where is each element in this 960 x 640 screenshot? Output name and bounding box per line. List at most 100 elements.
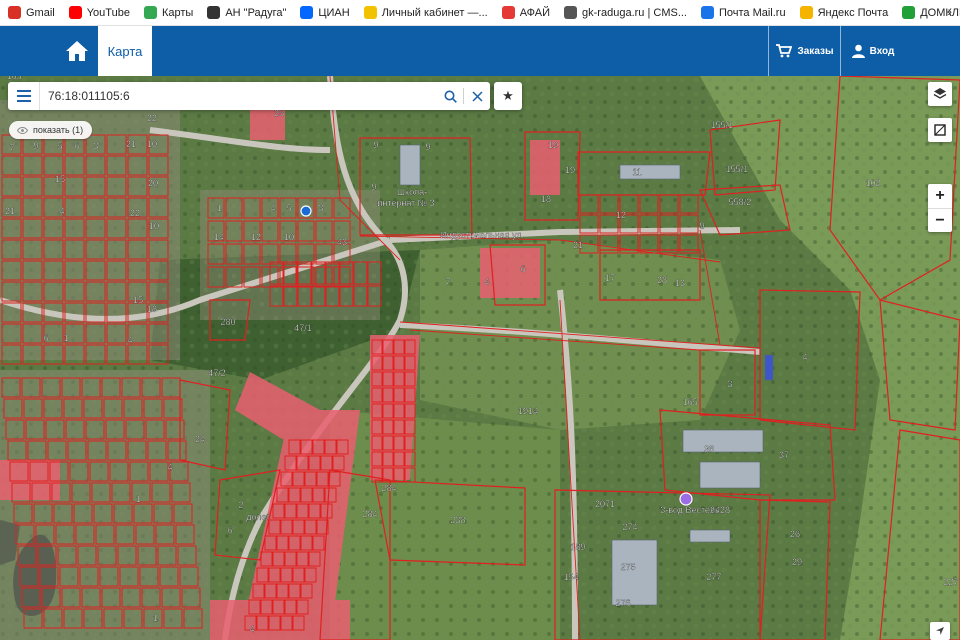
parcel-label: 21 xyxy=(573,240,583,250)
parcel-label: 284 xyxy=(381,483,396,493)
parcel-label: 4 xyxy=(249,624,254,634)
close-icon xyxy=(471,90,483,102)
parcel-label: 18 xyxy=(147,304,157,314)
clear-search-button[interactable] xyxy=(464,82,490,110)
bookmark-item[interactable]: Карты xyxy=(143,6,194,19)
favorite-button[interactable]: ★ xyxy=(494,82,522,110)
yandex-mail-icon xyxy=(799,6,813,19)
tab-map[interactable]: Карта xyxy=(98,26,152,76)
parcel-label: 38 xyxy=(704,444,714,454)
parcel-label: 15 xyxy=(55,174,65,184)
parcel-label: 165 xyxy=(6,76,21,81)
bookmark-label: Яндекс Почта xyxy=(817,6,889,19)
layers-button[interactable] xyxy=(928,82,952,106)
login-button[interactable]: Вход xyxy=(843,26,903,76)
parcel-label: 19 xyxy=(565,165,575,175)
parcel-label: 227 xyxy=(943,577,958,587)
zoom-in-button[interactable]: + xyxy=(928,184,952,208)
parcel-label: 10 xyxy=(147,139,157,149)
parcel-label: 5 xyxy=(286,203,291,213)
location-marker[interactable] xyxy=(300,205,312,217)
parcel-label: 21 xyxy=(5,206,15,216)
parcel-label: 154 xyxy=(563,572,578,582)
parcel-label: 6 xyxy=(74,141,79,151)
parcel-label: 19 xyxy=(548,140,558,150)
more-bookmarks-icon[interactable]: › xyxy=(947,3,952,19)
parcel-label: 22 xyxy=(130,208,140,218)
place-label: Индустриальная ул. xyxy=(440,230,524,240)
bookmark-label: АН "Радуга" xyxy=(225,6,287,19)
parcel-label: 2 xyxy=(238,500,243,510)
parcel-label: 21 xyxy=(126,139,136,149)
parcel-label: 1 xyxy=(216,203,221,213)
bookmark-item[interactable]: ЦИАН xyxy=(300,6,350,19)
parcel-label: 277 xyxy=(706,572,721,582)
map-canvas[interactable]: 165 25 22 155/1 19 9 9 21 10 7 9 5 6 3 19 11 155/1 102 20 1… xyxy=(0,76,960,640)
parcel-label: 17 xyxy=(605,273,615,283)
bookmark-item[interactable]: gk-raduga.ru | CMS... xyxy=(564,6,687,19)
bookmark-label: Gmail xyxy=(26,6,55,19)
parcel-label: 4 xyxy=(59,206,64,216)
parcel-label: 15 xyxy=(133,295,143,305)
parcel-label: 9 xyxy=(373,140,378,150)
parcel-label: 189 xyxy=(570,542,585,552)
bookmark-item[interactable]: АН "Радуга" xyxy=(207,6,286,19)
cian-icon xyxy=(300,6,314,19)
youtube-icon xyxy=(68,6,82,19)
gmail-icon xyxy=(8,6,21,19)
bookmark-item[interactable]: АФАЙ xyxy=(501,6,550,19)
parcel-label: 13 xyxy=(675,278,685,288)
orders-button[interactable]: Заказы xyxy=(770,26,840,76)
bookmark-label: Карты xyxy=(161,6,194,19)
poi-marker[interactable] xyxy=(679,492,693,506)
search-input[interactable] xyxy=(40,83,437,109)
parcel-label: 6 xyxy=(227,525,232,535)
parcel-label: 1 xyxy=(135,494,140,504)
bookmark-item[interactable]: Gmail xyxy=(8,6,55,19)
header-divider xyxy=(840,26,841,76)
parcel-label: 4 xyxy=(484,277,489,287)
menu-button[interactable] xyxy=(8,82,40,110)
bookmark-item[interactable]: Яндекс Почта xyxy=(799,6,889,19)
parcel-label: 284 xyxy=(362,509,377,519)
mailru-icon xyxy=(700,6,714,19)
parcel-label: 155/1 xyxy=(726,164,749,174)
parcel-label: 1 xyxy=(63,333,68,343)
header-divider xyxy=(768,26,769,76)
home-button[interactable] xyxy=(58,26,96,76)
top-app-bar: Карта Заказы Вход xyxy=(0,26,960,76)
star-icon: ★ xyxy=(502,88,514,103)
hamburger-icon xyxy=(16,90,31,102)
parcel-label: 3 xyxy=(318,203,323,213)
parcel-label: 29 xyxy=(792,557,802,567)
home-icon xyxy=(66,41,88,61)
bookmark-item[interactable]: Личный кабинет —... xyxy=(363,6,488,19)
measure-icon xyxy=(934,124,946,136)
parcel-label: 4 xyxy=(167,462,172,472)
parcel-label: 14 xyxy=(214,232,224,242)
place-label: 3-вод Вестель xyxy=(660,505,720,515)
locate-button[interactable] xyxy=(930,622,950,640)
bookmark-item[interactable]: Почта Mail.ru xyxy=(700,6,786,19)
bookmark-label: gk-raduga.ru | CMS... xyxy=(582,6,687,19)
search-button[interactable] xyxy=(437,82,463,110)
maps-icon xyxy=(143,6,157,19)
parcel-label: 47/1 xyxy=(294,323,312,333)
cms-icon xyxy=(564,6,578,19)
parcel-label: 4 xyxy=(270,203,275,213)
parcel-label: 4 xyxy=(127,335,132,345)
zoom-out-button[interactable]: − xyxy=(928,208,952,232)
ruler-button[interactable] xyxy=(928,118,952,142)
parcel-label: 9 xyxy=(425,142,430,152)
login-label: Вход xyxy=(869,45,895,57)
show-results-button[interactable]: показать (1) xyxy=(9,121,93,139)
bookmark-label: Почта Mail.ru xyxy=(718,6,786,19)
parcel-label: 275 xyxy=(620,562,635,572)
parcel-label: 3 xyxy=(727,379,732,389)
parcel-label: 12 xyxy=(251,232,261,242)
parcel-label: 5 xyxy=(57,141,62,151)
bookmark-label: YouTube xyxy=(86,6,130,19)
parcel-label: 2071 xyxy=(595,499,615,509)
place-label: Школа- xyxy=(397,187,427,197)
bookmark-item[interactable]: YouTube xyxy=(68,6,130,19)
